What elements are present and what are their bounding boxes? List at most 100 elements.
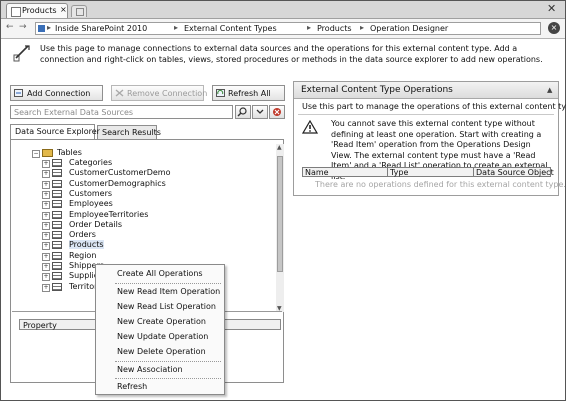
- tree-scrollbar[interactable]: ▲ ▼: [276, 144, 284, 312]
- tab-close-icon[interactable]: ×: [60, 5, 67, 14]
- remove-connection-label: Remove Connection: [127, 89, 208, 98]
- document-tab-products[interactable]: Products ×: [6, 3, 68, 18]
- expand-icon[interactable]: +: [42, 283, 50, 292]
- column-header-name[interactable]: Name: [302, 167, 388, 177]
- warning-icon: [302, 120, 318, 134]
- column-header-type[interactable]: Type: [388, 167, 474, 177]
- table-icon: [52, 200, 62, 209]
- search-input[interactable]: Search External Data Sources: [10, 105, 233, 119]
- menu-item-new-association[interactable]: New Association: [117, 365, 183, 374]
- menu-item-new-create-operation[interactable]: New Create Operation: [117, 317, 206, 326]
- new-tab-button[interactable]: [71, 5, 87, 17]
- breadcrumb-item-site[interactable]: Inside SharePoint 2010: [55, 24, 147, 33]
- column-header-label: Type: [390, 168, 409, 177]
- menu-item-create-all-operations[interactable]: Create All Operations: [117, 269, 203, 278]
- search-button[interactable]: [235, 105, 251, 119]
- expand-icon[interactable]: +: [42, 263, 50, 271]
- document-icon: [11, 7, 21, 17]
- expand-icon[interactable]: +: [42, 232, 50, 241]
- search-placeholder: Search External Data Sources: [14, 108, 134, 117]
- table-icon: [52, 231, 62, 240]
- expand-icon[interactable]: +: [42, 242, 50, 251]
- breadcrumb-item-external-content-types[interactable]: External Content Types: [184, 24, 277, 33]
- breadcrumb: ▸ Inside SharePoint 2010 ▸ External Cont…: [35, 22, 541, 35]
- tree-node-label: EmployeeTerritories: [69, 209, 149, 219]
- intro-text: Use this page to manage connections to e…: [40, 44, 543, 64]
- expand-icon[interactable]: +: [42, 201, 50, 210]
- scrollbar-thumb[interactable]: [277, 156, 283, 272]
- tree-node-label: Orders: [69, 230, 96, 240]
- table-icon: [52, 241, 62, 250]
- tab-data-source-explorer-label: Data Source Explorer: [15, 127, 100, 136]
- expand-icon[interactable]: +: [42, 221, 50, 230]
- divider: [298, 114, 554, 115]
- menu-item-new-update-operation[interactable]: New Update Operation: [117, 332, 208, 341]
- context-menu: Create All Operations New Read Item Oper…: [95, 264, 225, 395]
- breadcrumb-item-products[interactable]: Products: [317, 24, 352, 33]
- expand-icon[interactable]: +: [42, 180, 50, 189]
- app-window: Products × ✕ ← → ▸ Inside SharePoint 201…: [0, 0, 566, 401]
- refresh-all-label: Refresh All: [228, 89, 271, 98]
- menu-separator: [115, 283, 221, 284]
- menu-item-new-read-item-operation[interactable]: New Read Item Operation: [117, 287, 220, 296]
- menu-item-new-delete-operation[interactable]: New Delete Operation: [117, 347, 206, 356]
- table-icon: [52, 262, 62, 270]
- expand-icon[interactable]: +: [42, 160, 50, 168]
- operations-panel-header[interactable]: External Content Type Operations ▲: [294, 82, 558, 99]
- tree-node-label: Tables: [57, 148, 82, 157]
- column-header-label: Name: [305, 168, 329, 177]
- tree-node-label: CustomerCustomerDemo: [69, 168, 171, 178]
- breadcrumb-separator-icon: ▸: [47, 23, 52, 32]
- tab-search-results-label: Search Results: [102, 128, 161, 137]
- table-icon: [52, 210, 62, 219]
- expand-icon[interactable]: +: [42, 273, 50, 282]
- chevron-down-icon: [256, 109, 264, 114]
- tree-node-label: Region: [69, 250, 97, 260]
- expand-icon[interactable]: +: [42, 190, 50, 199]
- operations-panel-title: External Content Type Operations: [301, 85, 453, 95]
- back-arrow-icon[interactable]: ←: [6, 22, 14, 32]
- tab-data-source-explorer[interactable]: Data Source Explorer: [10, 124, 100, 139]
- table-icon: [52, 272, 62, 281]
- menu-item-new-read-list-operation[interactable]: New Read List Operation: [117, 302, 216, 311]
- table-icon: [52, 282, 62, 291]
- menu-separator: [115, 361, 221, 362]
- tree-node-label: Customers: [69, 188, 113, 198]
- refresh-all-button[interactable]: Refresh All: [212, 85, 285, 101]
- expand-icon[interactable]: +: [42, 170, 50, 179]
- document-tab-label: Products: [22, 6, 57, 15]
- refresh-icon: [216, 89, 225, 97]
- sharepoint-icon: [38, 25, 45, 32]
- breadcrumb-separator-icon: ▸: [307, 23, 312, 32]
- add-connection-button[interactable]: Add Connection: [10, 85, 103, 101]
- column-header-label: Data Source Object: [476, 168, 554, 177]
- scroll-up-icon[interactable]: ▲: [277, 144, 282, 151]
- breadcrumb-separator-icon: ▸: [174, 23, 179, 32]
- table-icon: [52, 220, 62, 229]
- collapse-icon[interactable]: −: [32, 150, 40, 158]
- remove-connection-button[interactable]: Remove Connection: [111, 85, 208, 101]
- table-icon: [52, 179, 62, 188]
- add-connection-label: Add Connection: [27, 89, 91, 98]
- tab-search-results[interactable]: Search Results: [97, 125, 161, 139]
- table-icon: [52, 189, 62, 198]
- table-icon: [52, 251, 62, 260]
- empty-operations-message: There are no operations defined for this…: [315, 180, 566, 189]
- forward-arrow-icon[interactable]: →: [19, 22, 27, 32]
- column-header-data-source-object[interactable]: Data Source Object: [474, 167, 554, 177]
- operations-table: Name Type Data Source Object There are n…: [302, 167, 566, 191]
- operations-designer-icon: [13, 45, 30, 62]
- expand-icon[interactable]: +: [42, 252, 50, 261]
- expand-icon[interactable]: +: [42, 211, 50, 220]
- close-icon[interactable]: ×: [548, 22, 560, 34]
- search-options-button[interactable]: [252, 105, 268, 119]
- collapse-caret-icon[interactable]: ▲: [547, 86, 552, 94]
- breadcrumb-item-operation-designer[interactable]: Operation Designer: [370, 24, 448, 33]
- tab-strip: Products × ✕: [1, 1, 565, 19]
- menu-item-refresh[interactable]: Refresh: [117, 382, 147, 391]
- window-close-button[interactable]: ✕: [547, 2, 556, 15]
- operations-panel: External Content Type Operations ▲ Use t…: [293, 81, 566, 196]
- tree-node-label: Products: [69, 240, 104, 250]
- tree-node-label: Employees: [69, 199, 113, 209]
- clear-search-button[interactable]: [269, 105, 285, 119]
